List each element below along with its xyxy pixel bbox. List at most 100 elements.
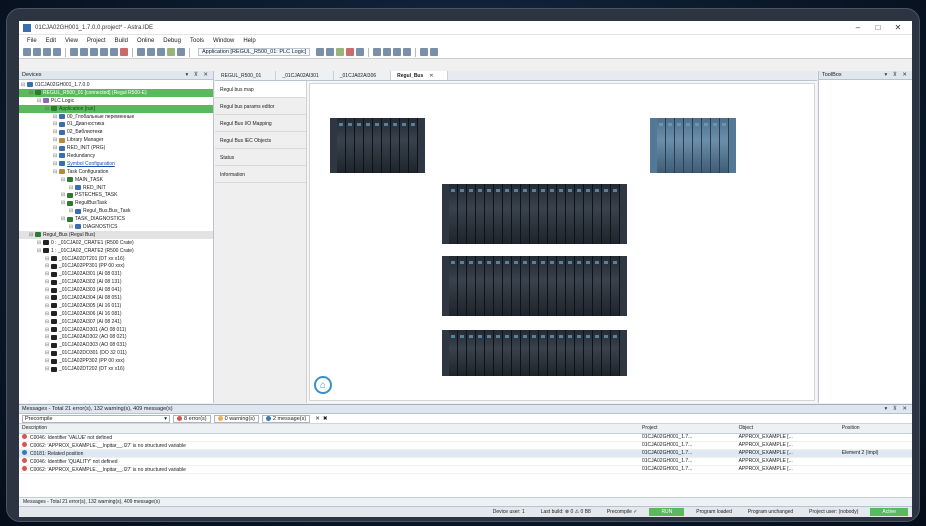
print-icon[interactable] bbox=[53, 48, 61, 56]
io-module[interactable] bbox=[611, 184, 620, 244]
panel-controls[interactable]: ▾ ⊼ ✕ bbox=[186, 72, 210, 78]
menu-item-debug[interactable]: Debug bbox=[163, 38, 181, 44]
io-module[interactable] bbox=[521, 330, 530, 376]
tree-item[interactable]: ⊟ _01CJA02AI303 (AI 08 041) bbox=[19, 286, 213, 294]
start-icon[interactable] bbox=[336, 48, 345, 56]
tree-item[interactable]: ⊟ Regul_Bus (Regul Bus) bbox=[19, 230, 213, 239]
panel-controls[interactable]: ▾ ⊼ ✕ bbox=[885, 406, 909, 412]
io-module[interactable] bbox=[467, 256, 476, 316]
io-module[interactable] bbox=[476, 184, 485, 244]
close-button[interactable]: ✕ bbox=[888, 23, 908, 32]
tree-item[interactable]: ⊟ _01CJA02AI306 (AI 16 081) bbox=[19, 310, 213, 318]
io-module[interactable] bbox=[593, 256, 602, 316]
menu-item-window[interactable]: Window bbox=[213, 38, 234, 44]
logout-icon[interactable] bbox=[326, 48, 335, 56]
tree-item[interactable]: ⊟ PSTECHES_TASK bbox=[19, 191, 213, 199]
open-folder-icon[interactable] bbox=[33, 48, 41, 56]
paste-icon[interactable] bbox=[110, 48, 118, 56]
menu-item-help[interactable]: Help bbox=[243, 38, 255, 44]
io-module[interactable] bbox=[539, 256, 548, 316]
build-icon[interactable] bbox=[147, 48, 155, 56]
column-header-project[interactable]: Project bbox=[639, 424, 736, 434]
active-application-selector[interactable]: Application [REGUL_R500_01: PLC Logic] bbox=[198, 48, 311, 56]
io-module[interactable] bbox=[693, 118, 702, 173]
tree-item[interactable]: ⊟ PLC Logic bbox=[19, 97, 213, 105]
io-module[interactable] bbox=[512, 330, 521, 376]
tree-item[interactable]: ⊟ REGUL_R500_01 [connected] (Regul R500-E… bbox=[19, 88, 213, 97]
panel-controls[interactable]: ▾ ⊼ ✕ bbox=[885, 72, 909, 78]
maximize-button[interactable]: □ bbox=[868, 23, 888, 32]
io-module[interactable] bbox=[449, 330, 458, 376]
tree-item[interactable]: ⊟ 0 : _01CJA02_CRATE1 (R500 Crate) bbox=[19, 239, 213, 247]
undo-icon[interactable] bbox=[70, 48, 78, 56]
io-module[interactable] bbox=[512, 256, 521, 316]
io-module[interactable] bbox=[530, 256, 539, 316]
tree-item[interactable]: ⊟ 01CJA02GH001_1.7.0.0 bbox=[19, 81, 213, 89]
io-module[interactable] bbox=[593, 330, 602, 376]
io-module[interactable] bbox=[449, 184, 458, 244]
tree-item[interactable]: ⊟ _01CJA02PP301 (PP 00 xxx) bbox=[19, 262, 213, 270]
io-module[interactable] bbox=[666, 118, 675, 173]
menu-item-online[interactable]: Online bbox=[137, 38, 154, 44]
io-module[interactable] bbox=[346, 118, 355, 173]
regul-bus-nav-item[interactable]: Regul Bus I/O Mapping bbox=[215, 115, 306, 132]
tree-item[interactable]: ⊟ _01CJA02AO301 (AO 08 011) bbox=[19, 326, 213, 334]
new-file-icon[interactable] bbox=[23, 48, 31, 56]
message-row[interactable]: C0046: Identifier 'VALUE' not defined 01C… bbox=[19, 433, 912, 442]
login-icon[interactable] bbox=[316, 48, 325, 56]
editor-tab[interactable]: _01CJA02AI306 bbox=[333, 71, 392, 80]
menu-item-project[interactable]: Project bbox=[87, 38, 106, 44]
tree-item[interactable]: ⊟ Application [run] bbox=[19, 104, 213, 113]
copy-icon[interactable] bbox=[100, 48, 108, 56]
find-icon[interactable] bbox=[137, 48, 145, 56]
io-module[interactable] bbox=[391, 118, 400, 173]
step-over-icon[interactable] bbox=[373, 48, 382, 56]
tree-item[interactable]: ⊟ Regul_Bus.Bus_Task bbox=[19, 207, 213, 215]
io-module[interactable] bbox=[458, 256, 467, 316]
delete-icon[interactable] bbox=[120, 48, 128, 56]
io-module[interactable] bbox=[584, 330, 593, 376]
menu-item-view[interactable]: View bbox=[65, 38, 78, 44]
rebuild-icon[interactable] bbox=[157, 48, 165, 56]
monitor-icon[interactable] bbox=[430, 48, 439, 56]
tree-item[interactable]: ⊟ RED_INIT (PRG) bbox=[19, 144, 213, 152]
menu-item-tools[interactable]: Tools bbox=[190, 38, 204, 44]
io-module[interactable] bbox=[485, 330, 494, 376]
tree-item[interactable]: ⊟ _01CJA02AI307 (AI 08 241) bbox=[19, 318, 213, 326]
io-module[interactable] bbox=[593, 184, 602, 244]
message-row[interactable]: C0181: Related position 01CJA02GH001_1.7.… bbox=[19, 449, 912, 458]
io-module[interactable] bbox=[684, 118, 693, 173]
io-module[interactable] bbox=[355, 118, 364, 173]
io-module[interactable] bbox=[494, 330, 503, 376]
editor-tab[interactable]: _01CJA02AI301 bbox=[276, 71, 334, 80]
tree-item[interactable]: ⊟ _01CJA02AI302 (AI 08 131) bbox=[19, 278, 213, 286]
io-module[interactable] bbox=[373, 118, 382, 173]
menu-item-edit[interactable]: Edit bbox=[46, 38, 56, 44]
io-module[interactable] bbox=[449, 256, 458, 316]
io-module[interactable] bbox=[521, 184, 530, 244]
io-module[interactable] bbox=[602, 256, 611, 316]
io-module[interactable] bbox=[575, 184, 584, 244]
crate-module-rack[interactable] bbox=[330, 118, 425, 173]
io-module[interactable] bbox=[485, 184, 494, 244]
tree-item[interactable]: ⊟ _01CJA02DT202 (DT xx x16) bbox=[19, 365, 213, 373]
io-module[interactable] bbox=[476, 330, 485, 376]
io-module[interactable] bbox=[548, 330, 557, 376]
io-module[interactable] bbox=[503, 330, 512, 376]
io-module[interactable] bbox=[539, 184, 548, 244]
io-module[interactable] bbox=[602, 184, 611, 244]
clear-all-icon[interactable]: ✖ bbox=[323, 416, 328, 422]
io-module[interactable] bbox=[458, 184, 467, 244]
tree-item[interactable]: ⊟ TASK_DIAGNOSTICS bbox=[19, 215, 213, 223]
io-module[interactable] bbox=[548, 184, 557, 244]
tree-item[interactable]: ⊟ _01CJA02DT201 (DT xx x16) bbox=[19, 255, 213, 263]
io-module[interactable] bbox=[566, 184, 575, 244]
cut-icon[interactable] bbox=[90, 48, 98, 56]
generate-code-icon[interactable] bbox=[167, 48, 175, 56]
io-module[interactable] bbox=[584, 184, 593, 244]
io-module[interactable] bbox=[382, 118, 391, 173]
tree-item[interactable]: ⊟ _01CJA02AI305 (AI 16 011) bbox=[19, 302, 213, 310]
io-module[interactable] bbox=[467, 184, 476, 244]
step-out-icon[interactable] bbox=[393, 48, 402, 56]
watch-icon[interactable] bbox=[420, 48, 429, 56]
